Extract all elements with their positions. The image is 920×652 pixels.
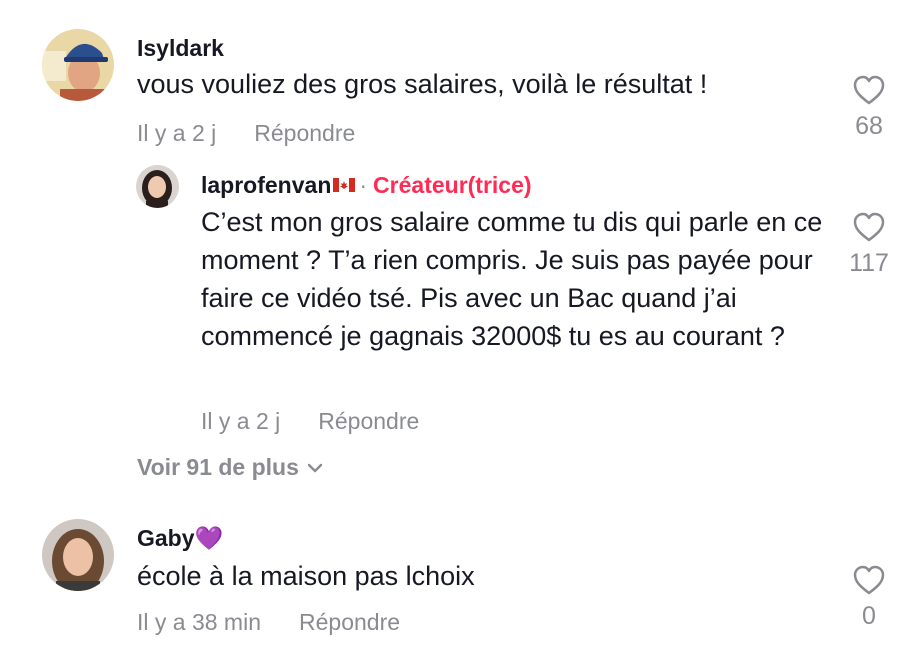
like-count: 68 bbox=[855, 112, 883, 140]
view-more-replies-button[interactable]: Voir 91 de plus bbox=[137, 454, 323, 481]
separator: · bbox=[359, 172, 368, 198]
chevron-down-icon bbox=[307, 463, 323, 473]
reply-header: laprofenvan · Créateur(trice) bbox=[201, 172, 532, 199]
avatar[interactable] bbox=[42, 519, 114, 591]
like-button[interactable]: 0 bbox=[839, 564, 899, 631]
like-count: 117 bbox=[849, 249, 889, 277]
heart-outline-icon bbox=[853, 75, 885, 105]
username[interactable]: Gaby💜 bbox=[137, 525, 223, 552]
comment-meta: Il y a 2 j Répondre bbox=[137, 120, 355, 147]
like-button[interactable]: 117 bbox=[839, 211, 899, 278]
comment-meta: Il y a 2 j Répondre bbox=[201, 408, 419, 435]
reply-button[interactable]: Répondre bbox=[318, 408, 419, 434]
comment-text: C’est mon gros salaire comme tu dis qui … bbox=[201, 207, 823, 351]
timestamp: Il y a 2 j bbox=[201, 408, 281, 434]
comment-text: vous vouliez des gros salaires, voilà le… bbox=[137, 69, 708, 99]
like-count: 0 bbox=[862, 602, 876, 630]
comment-meta: Il y a 38 min Répondre bbox=[137, 609, 400, 636]
username[interactable]: Isyldark bbox=[137, 35, 224, 62]
like-button[interactable]: 68 bbox=[839, 74, 899, 141]
view-more-label: Voir 91 de plus bbox=[137, 454, 299, 480]
timestamp: Il y a 38 min bbox=[137, 609, 261, 635]
reply-button[interactable]: Répondre bbox=[254, 120, 355, 146]
avatar-image bbox=[42, 29, 114, 101]
canada-flag-icon bbox=[333, 177, 356, 192]
heart-outline-icon bbox=[853, 212, 885, 242]
heart-outline-icon bbox=[853, 565, 885, 595]
avatar-image bbox=[42, 519, 114, 591]
reply-button[interactable]: Répondre bbox=[299, 609, 400, 635]
avatar[interactable] bbox=[42, 29, 114, 101]
comment-text: école à la maison pas lchoix bbox=[137, 561, 475, 591]
username[interactable]: laprofenvan bbox=[201, 172, 331, 198]
avatar[interactable] bbox=[136, 165, 179, 208]
timestamp: Il y a 2 j bbox=[137, 120, 217, 146]
avatar-image bbox=[136, 165, 179, 208]
creator-badge: Créateur(trice) bbox=[373, 172, 532, 198]
